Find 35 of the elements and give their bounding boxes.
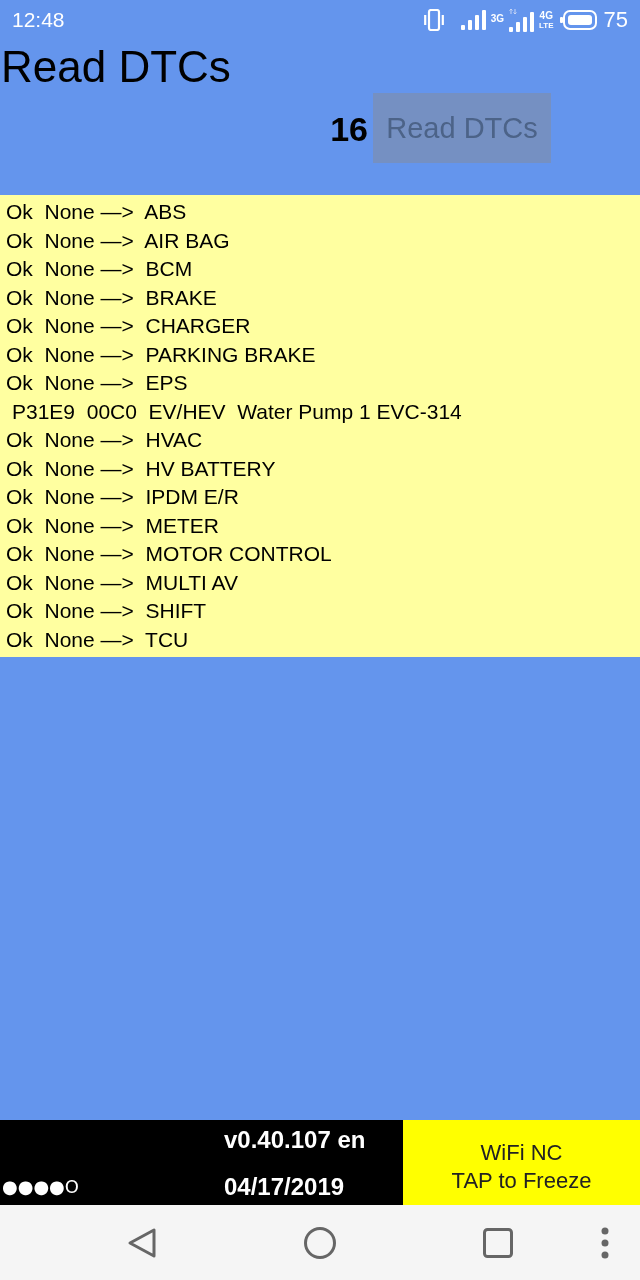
dtc-count: 16 xyxy=(330,109,368,150)
battery-icon xyxy=(558,10,597,30)
module-status-line: Ok None —> SHIFT xyxy=(5,598,208,624)
vibrate-icon xyxy=(423,9,444,31)
module-status-line: Ok None —> METER xyxy=(5,512,220,539)
version-text: v0.40.107 en xyxy=(224,1126,366,1154)
page-title: Read DTCs xyxy=(0,41,232,93)
module-status-line: Ok None —> MULTI AV xyxy=(5,569,240,596)
module-status-line: Ok None —> MOTOR CONTROL xyxy=(5,541,333,567)
module-status-line: Ok None —> ABS xyxy=(5,199,188,225)
network-type-label: 4G xyxy=(539,10,553,21)
wifi-freeze-button[interactable]: WiFi NC TAP to Freeze xyxy=(403,1120,640,1205)
status-time: 12:48 xyxy=(12,8,65,32)
module-status-line: Ok None —> BCM xyxy=(5,256,194,282)
module-status-line: Ok None —> HVAC xyxy=(5,427,204,453)
fault-code-line: P31E9 00C0 EV/HEV Water Pump 1 EVC-314 xyxy=(11,398,463,425)
progress-indicator: ●●●●O xyxy=(2,1176,79,1197)
home-icon[interactable] xyxy=(304,1226,336,1259)
module-status-line: Ok None —> TCU xyxy=(5,626,190,653)
network-type-label: 3G xyxy=(490,14,504,24)
more-options-icon[interactable] xyxy=(601,1226,609,1259)
back-icon[interactable] xyxy=(127,1226,157,1259)
recent-apps-icon[interactable] xyxy=(483,1227,513,1258)
date-text: 04/17/2019 xyxy=(224,1173,346,1201)
module-status-line: Ok None —> EPS xyxy=(5,370,189,396)
signal-icon xyxy=(460,10,486,30)
module-status-line: Ok None —> PARKING BRAKE xyxy=(5,341,317,368)
module-status-line: Ok None —> IPDM E/R xyxy=(5,484,240,510)
battery-percent: 75 xyxy=(603,7,628,33)
module-status-line: Ok None —> AIR BAG xyxy=(5,227,231,254)
network-type-label: LTE xyxy=(539,20,554,30)
module-status-line: Ok None —> HV BATTERY xyxy=(5,455,277,482)
module-status-line: Ok None —> BRAKE xyxy=(5,284,218,311)
module-status-line: Ok None —> CHARGER xyxy=(5,313,252,339)
signal-icon xyxy=(509,8,534,32)
